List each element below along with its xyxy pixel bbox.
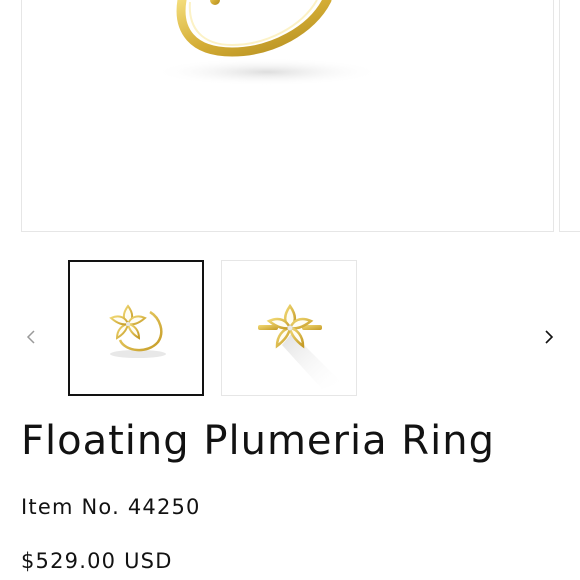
ring-top-view-image: [258, 303, 342, 389]
chevron-right-icon: [545, 330, 554, 344]
ring-image: [152, 0, 382, 86]
thumbnail-ring-side-view[interactable]: [68, 260, 204, 396]
ring-side-view-image: [109, 304, 166, 358]
product-page: Floating Plumeria Ring Item No. 44250 $5…: [0, 0, 580, 580]
slider-prev-button[interactable]: [16, 322, 46, 352]
product-price: $529.00 USD: [21, 549, 173, 573]
thumbnail-ring-top-view[interactable]: [221, 260, 357, 396]
main-product-image[interactable]: [21, 0, 554, 232]
chevron-left-icon: [26, 330, 35, 344]
slider-next-button[interactable]: [534, 322, 564, 352]
next-product-image-edge[interactable]: [559, 0, 580, 232]
product-title: Floating Plumeria Ring: [21, 418, 495, 464]
item-number: Item No. 44250: [21, 495, 201, 519]
